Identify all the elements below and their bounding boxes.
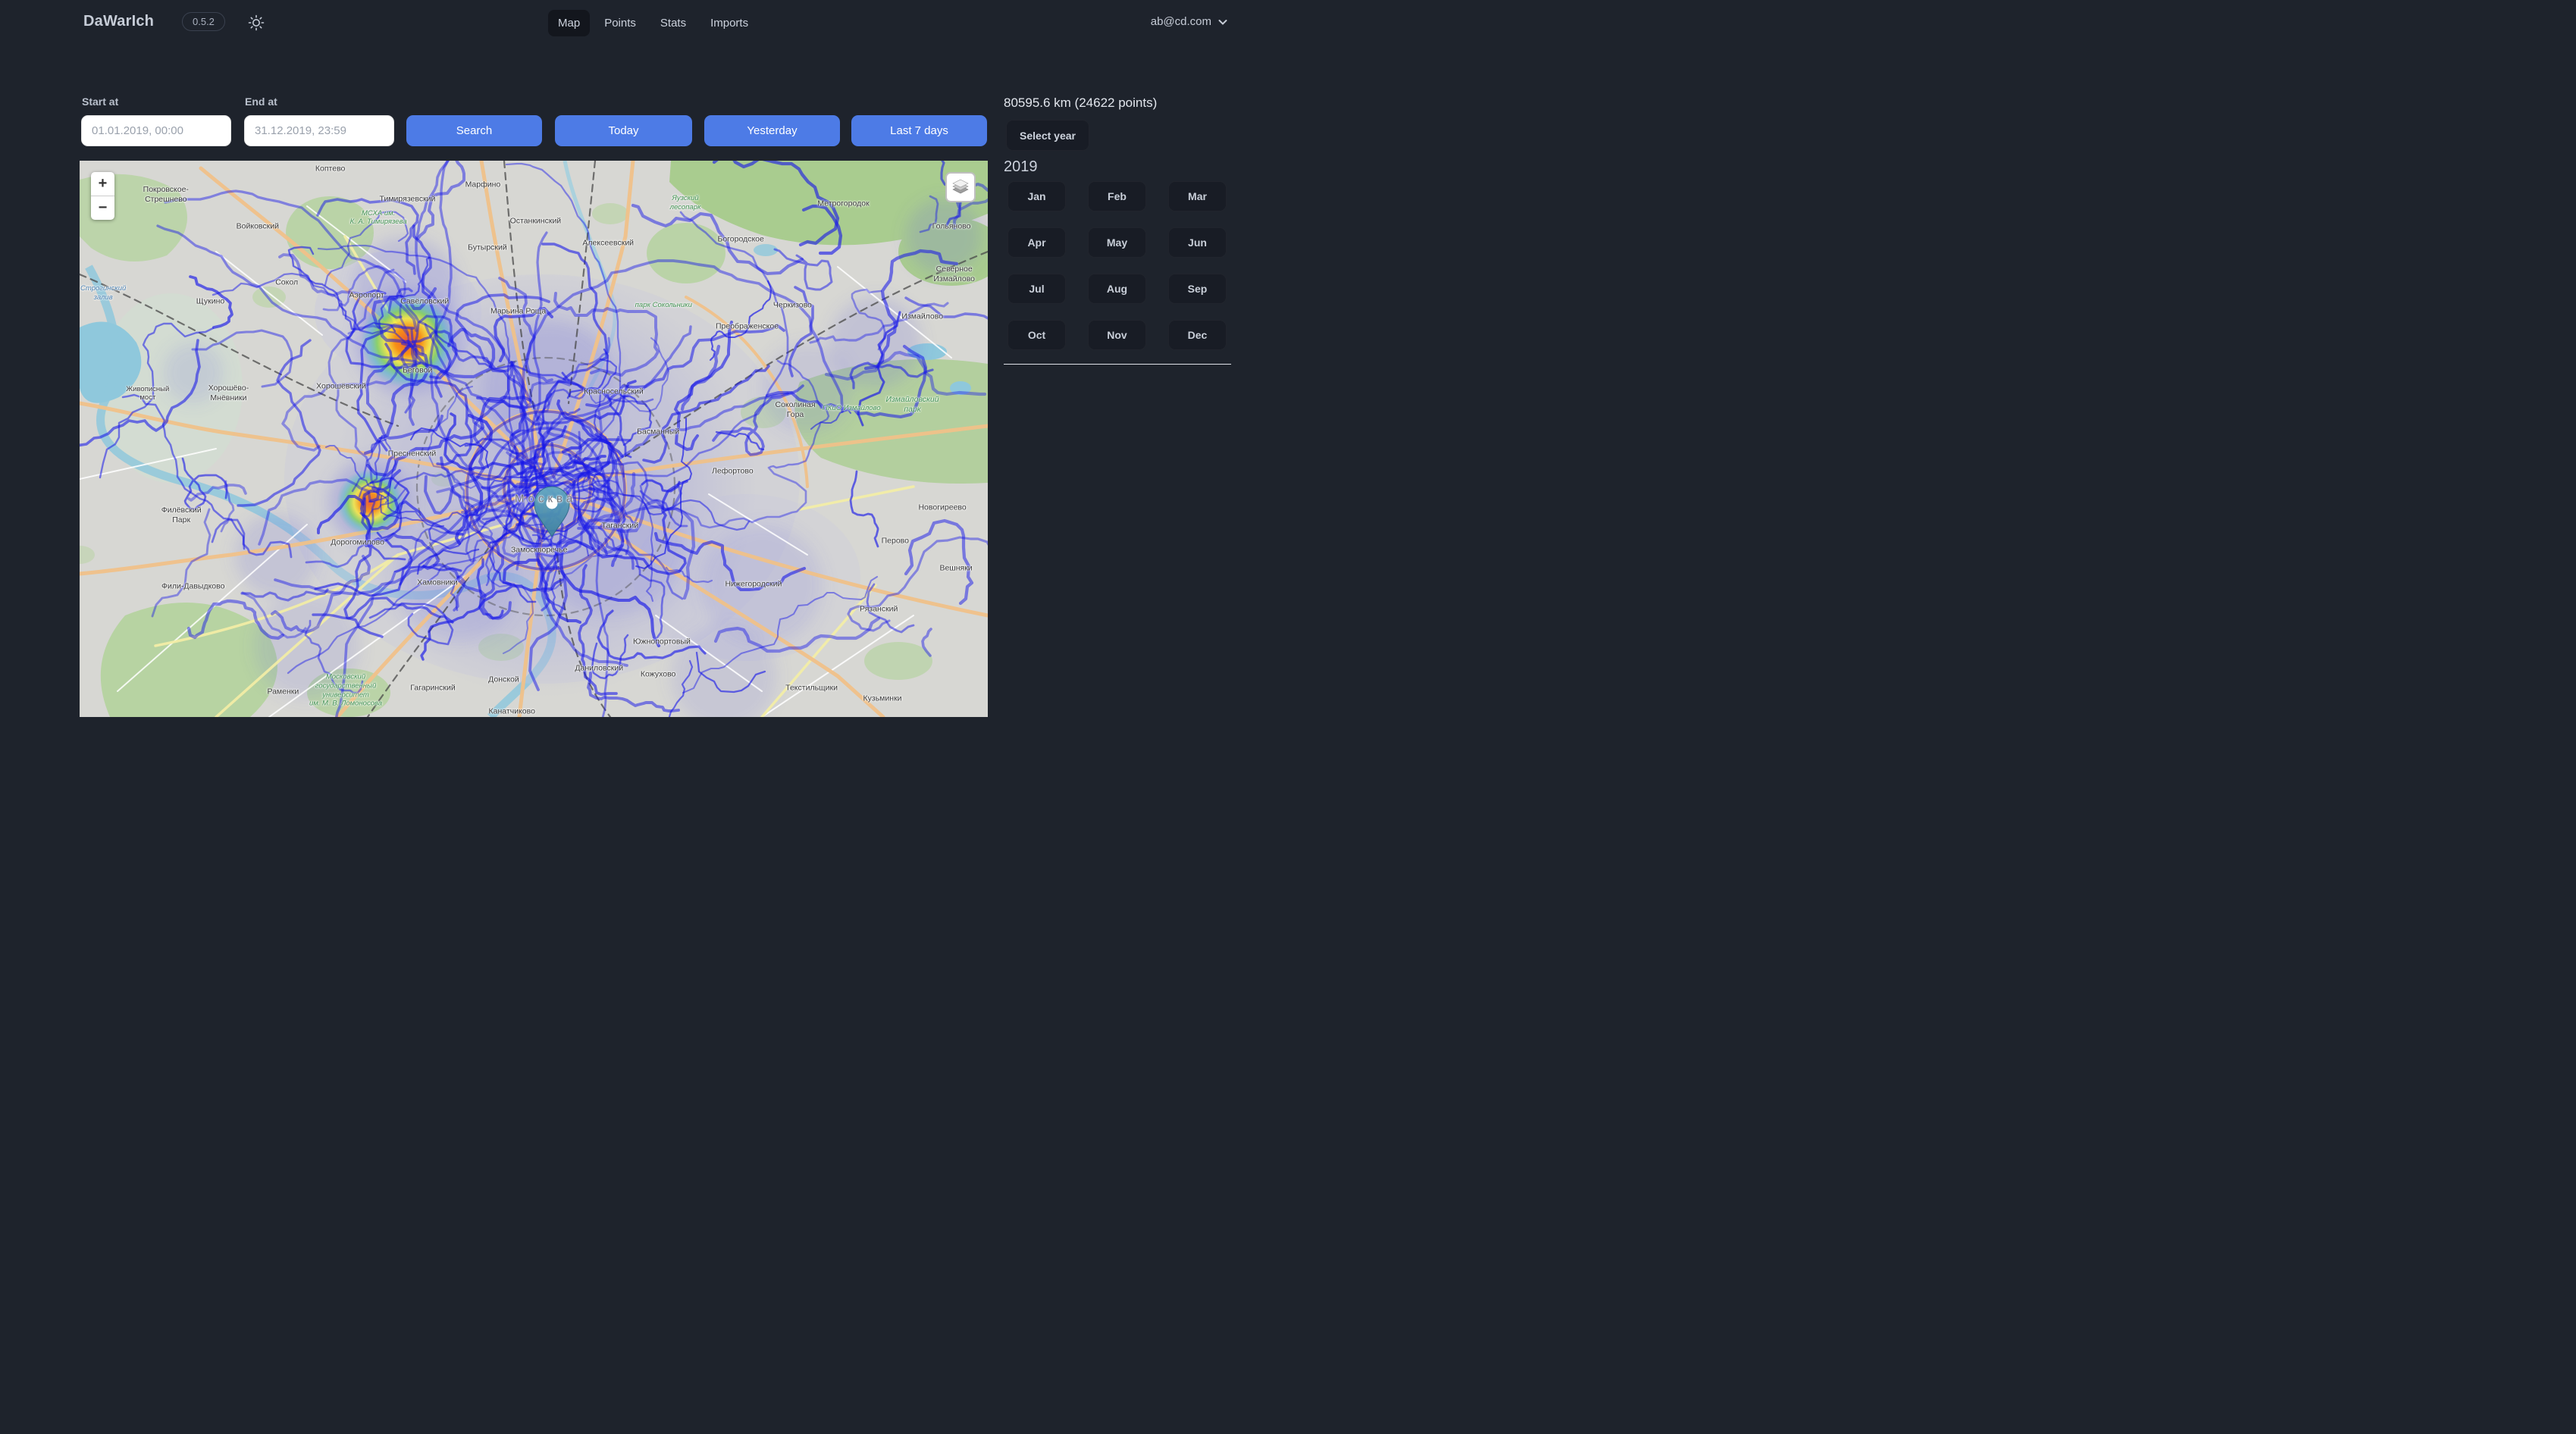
tab-stats[interactable]: Stats [650,10,696,36]
today-button[interactable]: Today [555,115,692,146]
map-zoom-control: + − [91,172,114,220]
month-dec-button[interactable]: Dec [1168,320,1227,350]
tab-imports[interactable]: Imports [700,10,758,36]
theme-toggle-sun-icon[interactable] [247,14,265,32]
month-jun-button[interactable]: Jun [1168,227,1227,258]
user-email: ab@cd.com [1151,15,1211,28]
start-at-input[interactable] [81,115,231,146]
app-window: DaWarIch 0.5.2 MapPointsStatsImports ab@… [0,0,1288,717]
chevron-down-icon [1217,17,1228,27]
select-year-button[interactable]: Select year [1006,120,1089,151]
month-aug-button[interactable]: Aug [1088,274,1146,304]
month-may-button[interactable]: May [1088,227,1146,258]
layers-control-button[interactable] [945,172,976,202]
last-7-days-button[interactable]: Last 7 days [851,115,987,146]
end-at-input[interactable] [244,115,394,146]
start-at-label: Start at [82,95,118,108]
app-logo[interactable]: DaWarIch [83,13,154,30]
user-menu[interactable]: ab@cd.com [1151,15,1228,28]
zoom-out-button[interactable]: − [91,196,114,220]
month-feb-button[interactable]: Feb [1088,181,1146,211]
main-nav: MapPointsStatsImports [548,10,758,36]
months-grid: Jan Feb Mar Apr May Jun Jul Aug Sep Oct Nov Dec [1008,181,1227,350]
month-nov-button[interactable]: Nov [1088,320,1146,350]
map-canvas [80,161,988,717]
month-oct-button[interactable]: Oct [1008,320,1066,350]
yesterday-button[interactable]: Yesterday [704,115,840,146]
month-apr-button[interactable]: Apr [1008,227,1066,258]
month-sep-button[interactable]: Sep [1168,274,1227,304]
tab-points[interactable]: Points [594,10,646,36]
year-heading: 2019 [1004,158,1038,176]
layers-icon [950,177,971,198]
end-at-label: End at [245,95,277,108]
sidebar-divider [1004,364,1231,365]
search-button[interactable]: Search [406,115,542,146]
distance-summary: 80595.6 km (24622 points) [1004,95,1157,111]
month-mar-button[interactable]: Mar [1168,181,1227,211]
month-jul-button[interactable]: Jul [1008,274,1066,304]
header: DaWarIch 0.5.2 MapPointsStatsImports ab@… [0,0,1288,47]
tab-map[interactable]: Map [548,10,590,36]
map[interactable]: РостокиноКоптевоПокровское- СтрешневоТим… [80,161,988,717]
month-jan-button[interactable]: Jan [1008,181,1066,211]
zoom-in-button[interactable]: + [91,172,114,196]
version-badge: 0.5.2 [182,12,225,31]
